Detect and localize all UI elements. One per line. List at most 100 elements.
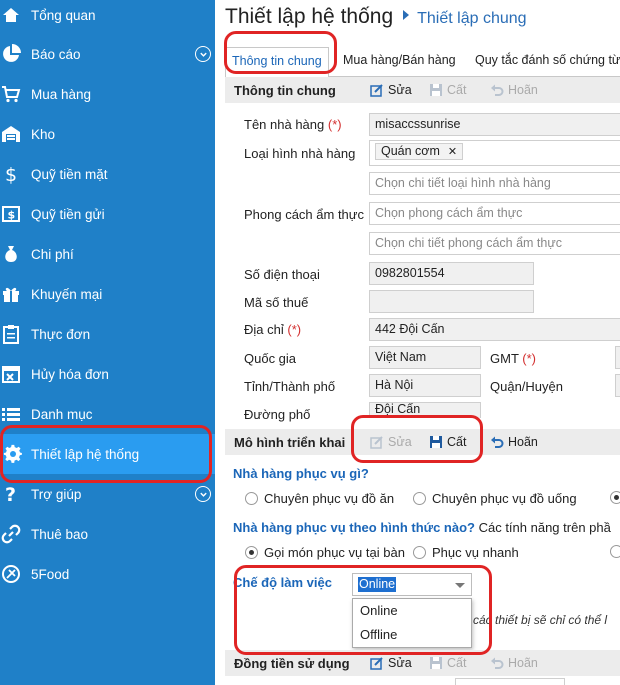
district-field[interactable] [615, 374, 620, 397]
breadcrumb-arrow-icon [403, 10, 410, 20]
sidebar-item-overview[interactable]: Tổng quan [0, 0, 215, 35]
country-field[interactable]: Việt Nam [369, 346, 481, 369]
sidebar-item-label: Báo cáo [31, 46, 81, 62]
tab-purchase-sales[interactable]: Mua hàng/Bán hàng [337, 47, 462, 77]
restaurant-type-label: Loại hình nhà hàng [244, 146, 356, 161]
undo-icon [491, 657, 504, 669]
sidebar-item-menu[interactable]: Thực đơn [0, 314, 215, 354]
pie-chart-icon [0, 43, 22, 65]
radio-dot[interactable] [413, 492, 426, 505]
section-title: Mô hình triển khai [234, 434, 346, 450]
radio-drink[interactable]: Chuyên phục vụ đồ uống [413, 491, 577, 506]
tab-general-info[interactable]: Thông tin chung [225, 47, 329, 78]
serve-type-question: Nhà hàng phục vụ gì? [233, 466, 369, 481]
chevron-down-icon[interactable] [455, 583, 465, 588]
service-form-question: Nhà hàng phục vụ theo hình thức nào? Các… [233, 520, 611, 535]
remove-tag-icon[interactable]: ✕ [448, 146, 457, 158]
sidebar-item-label: Hủy hóa đơn [31, 366, 109, 382]
edit-button[interactable]: Sửa [370, 656, 412, 670]
restaurant-name-field[interactable]: misaccssunrise [369, 113, 620, 136]
street-field[interactable]: Đội Cấn [369, 402, 481, 418]
gmt-field[interactable] [615, 346, 620, 369]
save-button[interactable]: Cất [429, 656, 466, 670]
radio-dot[interactable] [245, 546, 258, 559]
sidebar-item-help[interactable]: ? Trợ giúp [0, 474, 215, 514]
work-mode-option-offline[interactable]: Offline [353, 623, 471, 647]
svg-text:$: $ [8, 209, 16, 222]
save-button[interactable]: Cất [429, 83, 466, 97]
sidebar-item-label: Tổng quan [31, 7, 96, 23]
sidebar-item-subscription[interactable]: Thuê bao [0, 514, 215, 554]
cuisine-detail-input[interactable] [375, 233, 620, 254]
cuisine-detail-field[interactable] [369, 232, 620, 255]
sidebar-item-label: Mua hàng [31, 86, 92, 102]
country-label: Quốc gia [244, 351, 297, 366]
work-mode-option-online[interactable]: Online [353, 599, 471, 623]
sidebar-item-purchase[interactable]: Mua hàng [0, 74, 215, 114]
calendar-cancel-icon [0, 363, 22, 385]
sidebar-item-label: Thực đơn [31, 326, 91, 342]
sidebar-item-system-settings[interactable]: Thiết lập hệ thống [0, 434, 215, 474]
address-label: Địa chỉ (*) [244, 322, 302, 337]
sidebar-item-promotion[interactable]: Khuyến mại [0, 274, 215, 314]
radio-dot[interactable] [610, 491, 620, 504]
undo-icon [491, 436, 504, 448]
chevron-down-icon[interactable] [195, 46, 211, 62]
type-detail-field[interactable] [369, 172, 620, 195]
sidebar-item-cash[interactable]: $ Quỹ tiền mặt [0, 154, 215, 194]
tax-code-field[interactable] [369, 290, 534, 313]
cancel-button[interactable]: Hoãn [490, 656, 538, 670]
cancel-button[interactable]: Hoãn [490, 83, 538, 97]
edit-button[interactable]: Sửa [370, 83, 412, 97]
radio-food[interactable]: Chuyên phục vụ đồ ăn [245, 491, 394, 506]
radio-fast-service[interactable]: Phục vụ nhanh [413, 545, 519, 560]
sidebar-item-5food[interactable]: 5Food [0, 554, 215, 594]
currency-field[interactable] [455, 678, 565, 685]
type-detail-input[interactable] [375, 173, 620, 194]
cuisine-style-input[interactable] [375, 203, 620, 224]
radio-dot[interactable] [245, 492, 258, 505]
page-title: Thiết lập hệ thống [225, 5, 394, 28]
cuisine-style-field[interactable] [369, 202, 620, 225]
radio-dot[interactable] [413, 546, 426, 559]
home-icon [0, 4, 22, 26]
sidebar-item-label: Thuê bao [31, 526, 89, 542]
sidebar-item-label: 5Food [31, 566, 70, 582]
page-header: Thiết lập hệ thống Thiết lập chung [225, 5, 527, 33]
radio-table-service[interactable]: Gọi món phục vụ tại bàn [245, 545, 405, 560]
sidebar-item-deposit[interactable]: $ Quỹ tiền gửi [0, 194, 215, 234]
sidebar-item-cancel-invoice[interactable]: Hủy hóa đơn [0, 354, 215, 394]
radio-both[interactable] [610, 491, 620, 504]
chevron-down-icon[interactable] [195, 486, 211, 502]
sidebar-item-label: Kho [31, 126, 56, 142]
link-icon [0, 523, 22, 545]
save-button[interactable]: Cất [429, 435, 466, 449]
phone-label: Số điện thoại [244, 267, 320, 282]
list-icon [0, 403, 22, 425]
sidebar-item-catalog[interactable]: Danh mục [0, 394, 215, 434]
sidebar-item-expense[interactable]: Chi phí [0, 234, 215, 274]
save-icon [430, 436, 442, 448]
sidebar-item-reports[interactable]: Báo cáo [0, 34, 215, 74]
address-field[interactable]: 442 Đội Cấn [369, 318, 620, 341]
breadcrumb[interactable]: Thiết lập chung [417, 10, 526, 27]
radio-other-service[interactable] [610, 545, 620, 558]
tax-code-label: Mã số thuế [244, 295, 309, 310]
sidebar-item-label: Quỹ tiền mặt [31, 166, 108, 182]
phone-field[interactable]: 0982801554 [369, 262, 534, 285]
cancel-button[interactable]: Hoãn [490, 435, 538, 449]
radio-dot[interactable] [610, 545, 620, 558]
edit-label: Sửa [388, 83, 412, 97]
edit-icon [370, 436, 383, 449]
work-mode-select[interactable]: Online [352, 573, 472, 596]
province-field[interactable]: Hà Nội [369, 374, 481, 397]
edit-button[interactable]: Sửa [370, 435, 412, 449]
sidebar-item-warehouse[interactable]: Kho [0, 114, 215, 154]
section-title: Thông tin chung [234, 82, 336, 98]
sidebar-item-label: Chi phí [31, 246, 74, 262]
restaurant-type-field[interactable]: Quán cơm ✕ [369, 140, 620, 166]
save-icon [430, 84, 442, 96]
gift-icon [0, 283, 22, 305]
tab-numbering-rules[interactable]: Quy tắc đánh số chứng từ [469, 47, 620, 77]
sidebar-item-label: Khuyến mại [31, 286, 103, 302]
